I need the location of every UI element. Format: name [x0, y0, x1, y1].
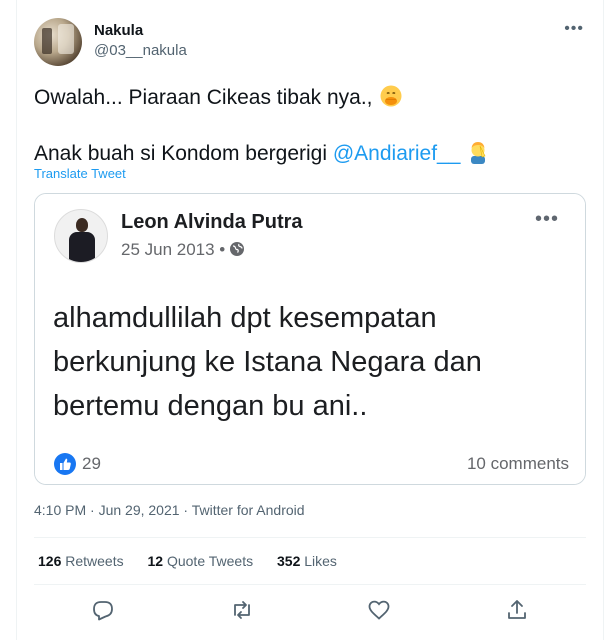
author-handle[interactable]: @03__nakula: [94, 42, 187, 59]
facebook-post-screenshot: Leon Alvinda Putra 25 Jun 2013 • ••• alh…: [35, 194, 585, 484]
likes-count: 352: [277, 553, 301, 569]
retweets-label: Retweets: [65, 553, 124, 569]
fb-post-date: 25 Jun 2013 •: [121, 240, 226, 259]
avatar[interactable]: [34, 18, 82, 66]
tweet-text-2: Anak buah si Kondom bergerigi: [34, 142, 333, 165]
author-display-name[interactable]: Nakula: [94, 22, 143, 39]
frame-border-right: [603, 0, 604, 640]
likes-stat[interactable]: 352 Likes: [277, 553, 337, 569]
retweets-stat[interactable]: 126 Retweets: [38, 553, 124, 569]
retweets-count: 126: [38, 553, 62, 569]
quoted-image-card[interactable]: Leon Alvinda Putra 25 Jun 2013 • ••• alh…: [34, 193, 586, 485]
like-icon[interactable]: [367, 598, 391, 622]
more-icon[interactable]: •••: [564, 21, 584, 37]
quote-tweets-count: 12: [147, 553, 164, 569]
tweet-text-1: Owalah... Piaraan Cikeas tibak nya.,: [34, 86, 373, 109]
quote-tweets-stat[interactable]: 12 Quote Tweets: [148, 553, 254, 569]
divider: [34, 537, 586, 538]
quote-tweets-label: Quote Tweets: [166, 553, 254, 569]
share-icon[interactable]: [505, 598, 529, 622]
fb-comments-count: 10 comments: [466, 454, 569, 473]
person-facepalming-icon: [466, 140, 490, 170]
globe-icon: [229, 241, 245, 262]
tweet-actions: [34, 596, 586, 626]
tweet-timestamp[interactable]: 4:10 PM · Jun 29, 2021 · Twitter for And…: [34, 502, 305, 518]
fb-author-name: Leon Alvinda Putra: [121, 211, 303, 233]
fb-like-count: 29: [82, 454, 101, 473]
reply-icon[interactable]: [91, 598, 115, 622]
tweet-stats: 126 Retweets 12 Quote Tweets 352 Likes: [38, 553, 357, 569]
frame-border-left: [16, 0, 17, 640]
fb-post-body: alhamdullilah dpt kesempatan berkunjung …: [53, 302, 482, 422]
fb-avatar: [54, 209, 108, 263]
facebook-like-icon: [53, 452, 77, 481]
translate-tweet-link[interactable]: Translate Tweet: [34, 166, 126, 181]
tweet-text-line-1: Owalah... Piaraan Cikeas tibak nya.,: [34, 84, 403, 114]
fb-post-meta: 25 Jun 2013 •: [121, 240, 245, 262]
fb-more-icon: •••: [534, 208, 559, 230]
mention-link[interactable]: @Andiarief__: [333, 142, 461, 165]
retweet-icon[interactable]: [230, 598, 254, 622]
divider: [34, 584, 586, 585]
face-with-hand-over-mouth-icon: [379, 84, 403, 114]
likes-label: Likes: [304, 553, 337, 569]
tweet-header: Nakula @03__nakula •••: [34, 18, 594, 66]
